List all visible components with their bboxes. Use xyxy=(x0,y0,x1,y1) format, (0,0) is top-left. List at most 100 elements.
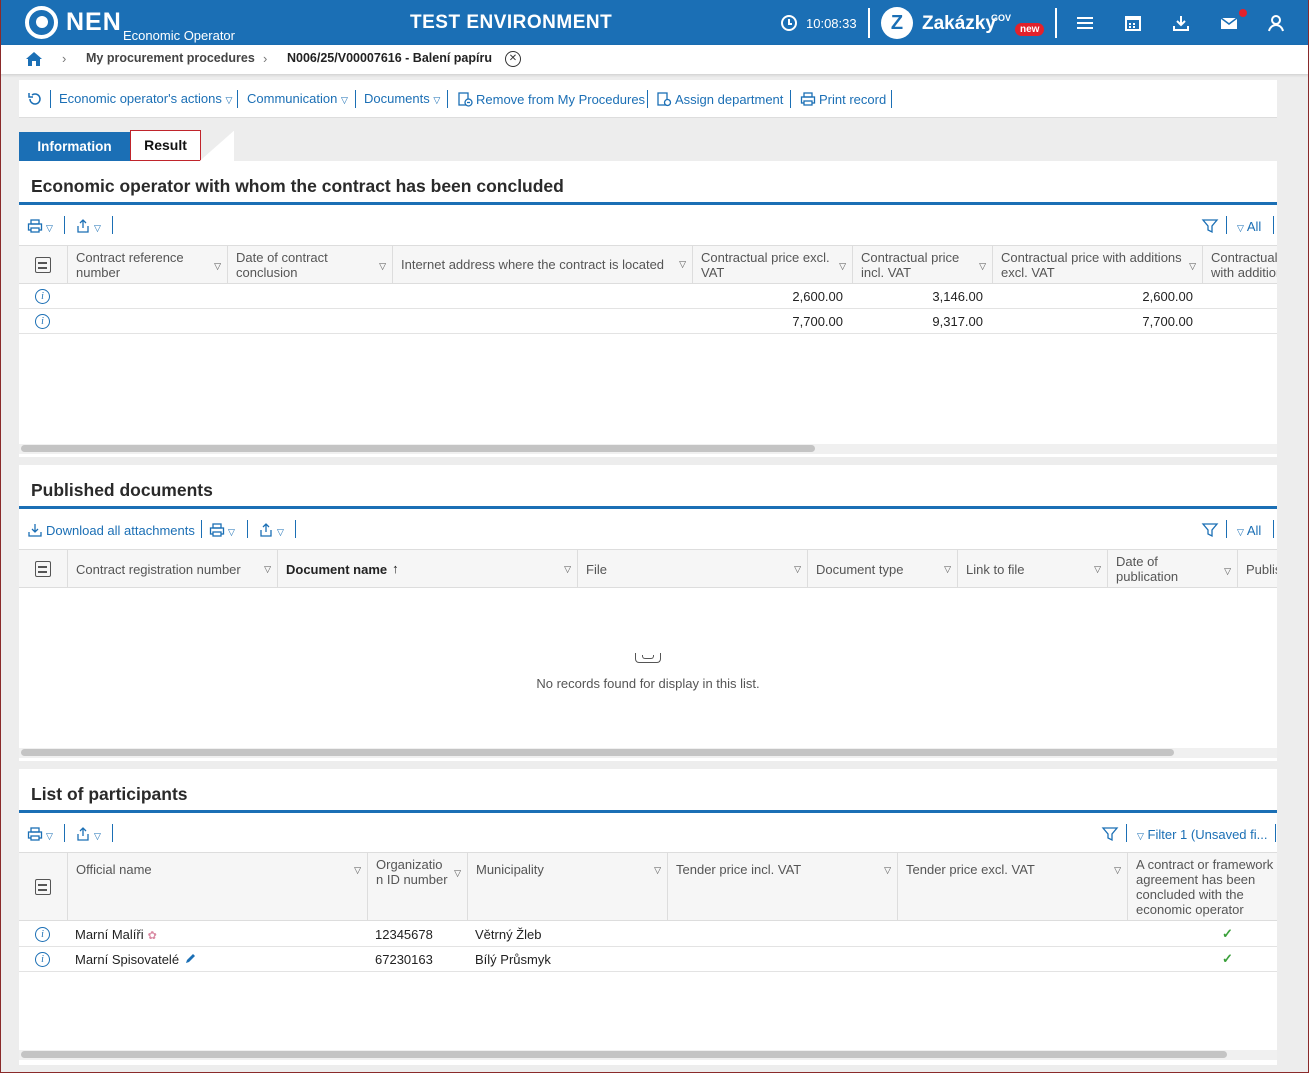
hamburger-menu-icon[interactable] xyxy=(1075,13,1095,33)
button-label: Print record xyxy=(819,92,887,107)
column-header[interactable]: Tender price incl. VAT ▽ xyxy=(667,853,897,920)
documents-menu[interactable]: Documents ▽ xyxy=(364,91,440,106)
remove-from-procedures-button[interactable]: Remove from My Procedures xyxy=(457,91,645,107)
breadcrumb: › My procurement procedures › N006/25/V0… xyxy=(0,45,1309,74)
action-toolbar: Economic operator's actions ▽ Communicat… xyxy=(19,80,1277,118)
communication-menu[interactable]: Communication ▽ xyxy=(247,91,348,106)
export-menu[interactable]: ▽ xyxy=(258,522,284,538)
column-label: Link to file xyxy=(966,562,1025,577)
sort-icon: ▽ xyxy=(1094,564,1101,574)
column-header[interactable]: Municipality ▽ xyxy=(467,853,667,920)
sort-icon: ▽ xyxy=(654,865,661,875)
sort-icon: ▽ xyxy=(379,261,386,271)
column-header[interactable]: Contract registration number ▽ xyxy=(67,550,277,587)
sort-icon: ▽ xyxy=(794,564,801,574)
filter-all-dropdown[interactable]: ▽ All xyxy=(1237,523,1261,538)
table-row[interactable]: i 7,700.00 9,317.00 7,700.00 xyxy=(19,309,1277,334)
toolbar-divider xyxy=(1273,520,1274,538)
refresh-icon[interactable] xyxy=(27,91,46,107)
export-menu[interactable]: ▽ xyxy=(75,826,101,842)
column-header[interactable]: Contract reference number ▽ xyxy=(67,246,227,283)
column-label: Contract registration number xyxy=(76,562,241,577)
toolbar-divider xyxy=(247,520,248,538)
printer-icon xyxy=(209,523,225,537)
column-header[interactable]: Official name ▽ xyxy=(67,853,367,920)
municipality: Větrný Žleb xyxy=(475,927,542,942)
check-icon: ✓ xyxy=(1222,926,1233,941)
table-row[interactable]: i Marní Spisovatelé 67230163 Bílý Průsmy… xyxy=(19,947,1277,972)
info-icon[interactable]: i xyxy=(35,289,50,304)
column-header[interactable]: Contractual price incl. VAT ▽ xyxy=(852,246,992,283)
close-icon[interactable]: ✕ xyxy=(505,51,521,67)
print-menu[interactable]: ▽ xyxy=(27,218,53,234)
column-header[interactable]: Internet address where the contract is l… xyxy=(392,246,692,283)
download-icon[interactable] xyxy=(1171,13,1191,33)
column-label: Tender price excl. VAT xyxy=(906,862,1035,877)
table-row[interactable]: i 2,600.00 3,146.00 2,600.00 xyxy=(19,284,1277,309)
print-menu[interactable]: ▽ xyxy=(27,826,53,842)
mail-icon[interactable] xyxy=(1219,13,1239,33)
column-header[interactable]: Date of publication ▽ xyxy=(1107,550,1237,587)
table-row[interactable]: i Marní Malíři ✿ 12345678 Větrný Žleb ✓ xyxy=(19,922,1277,947)
tab-information[interactable]: Information xyxy=(19,132,140,161)
filter-label: All xyxy=(1246,219,1262,234)
column-header[interactable]: Publis xyxy=(1237,550,1277,587)
column-header[interactable]: Contractual price excl. VAT ▽ xyxy=(692,246,852,283)
column-settings-button[interactable] xyxy=(19,246,67,283)
column-header[interactable]: Link to file ▽ xyxy=(957,550,1107,587)
download-all-button[interactable]: Download all attachments xyxy=(27,522,195,538)
menu-label: Communication xyxy=(247,91,338,106)
column-header[interactable]: Contractual price with additions incl. V… xyxy=(1202,246,1277,283)
column-settings-button[interactable] xyxy=(19,550,67,587)
assign-department-button[interactable]: Assign department xyxy=(656,91,783,107)
filter-label: Filter 1 (Unsaved fi... xyxy=(1147,827,1268,842)
info-icon[interactable]: i xyxy=(35,314,50,329)
toolbar-divider xyxy=(64,824,65,842)
filter-icon[interactable] xyxy=(1101,825,1119,843)
column-header[interactable]: Contractual price with additions excl. V… xyxy=(992,246,1202,283)
brain-icon: ✿ xyxy=(147,930,157,942)
column-header[interactable]: A contract or framework agreement has be… xyxy=(1127,853,1277,920)
chevron-down-icon: ▽ xyxy=(1237,527,1244,537)
column-header[interactable]: File ▽ xyxy=(577,550,807,587)
column-settings-button[interactable] xyxy=(19,853,67,920)
toolbar-divider xyxy=(1226,216,1227,234)
scrollbar-thumb[interactable] xyxy=(21,1051,1227,1058)
column-label: Municipality xyxy=(476,862,544,877)
nen-logo-icon[interactable] xyxy=(25,6,58,39)
filter-icon[interactable] xyxy=(1201,217,1219,235)
column-header[interactable]: Document name ↑ ▽ xyxy=(277,550,577,587)
saved-filter-dropdown[interactable]: ▽ Filter 1 (Unsaved fi... xyxy=(1137,827,1267,842)
print-record-button[interactable]: Print record xyxy=(800,91,886,107)
zakazky-logo-icon[interactable]: Z xyxy=(881,7,913,39)
chevron-down-icon: ▽ xyxy=(340,95,348,105)
export-menu[interactable]: ▽ xyxy=(75,218,101,234)
sort-icon: ▽ xyxy=(944,564,951,574)
official-name: Marní Spisovatelé xyxy=(75,952,180,967)
print-menu[interactable]: ▽ xyxy=(209,522,235,538)
economic-operator-actions-menu[interactable]: Economic operator's actions ▽ xyxy=(59,91,232,106)
toolbar-divider xyxy=(295,520,296,538)
filter-all-dropdown[interactable]: ▽ All xyxy=(1237,219,1261,234)
column-header[interactable]: Document type ▽ xyxy=(807,550,957,587)
check-icon: ✓ xyxy=(1222,951,1233,966)
column-header[interactable]: Tender price excl. VAT ▽ xyxy=(897,853,1127,920)
user-icon[interactable] xyxy=(1266,13,1286,33)
column-header[interactable]: Organization ID number ▽ xyxy=(367,853,467,920)
filter-icon[interactable] xyxy=(1201,521,1219,539)
home-icon[interactable] xyxy=(25,50,43,68)
scrollbar-thumb[interactable] xyxy=(21,749,1174,756)
sort-icon: ▽ xyxy=(1189,261,1196,271)
zakazky-link[interactable]: Zakázky xyxy=(922,13,996,35)
breadcrumb-procedures-link[interactable]: My procurement procedures xyxy=(86,51,255,65)
column-header[interactable]: Date of contract conclusion ▽ xyxy=(227,246,392,283)
info-icon[interactable]: i xyxy=(35,952,50,967)
calendar-icon[interactable] xyxy=(1123,13,1143,33)
toolbar-divider xyxy=(891,90,892,108)
toolbar-divider xyxy=(1273,216,1274,234)
scrollbar-thumb[interactable] xyxy=(21,445,815,452)
sort-icon: ▽ xyxy=(884,865,891,875)
logo-text[interactable]: NEN xyxy=(66,8,122,37)
tab-result[interactable]: Result xyxy=(130,130,201,161)
info-icon[interactable]: i xyxy=(35,927,50,942)
